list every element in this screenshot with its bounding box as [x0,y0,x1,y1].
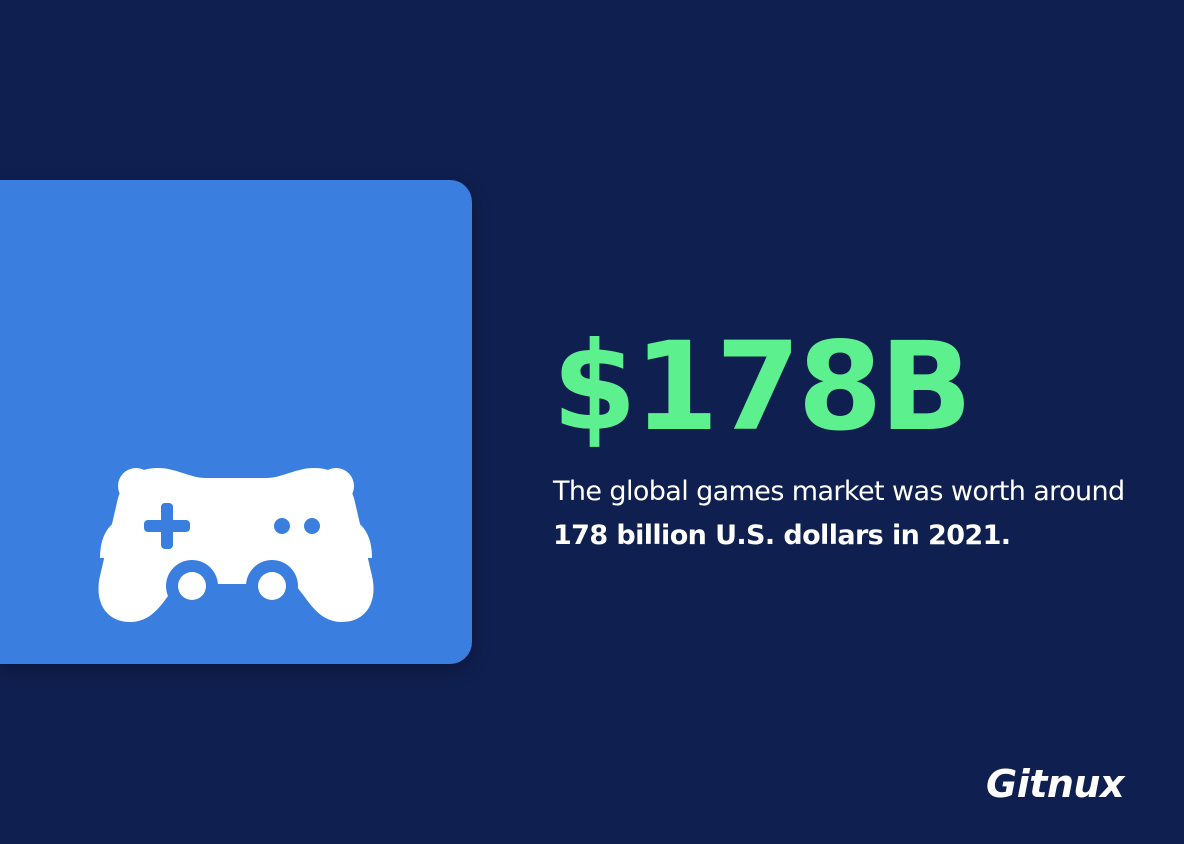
stat-description-plain: The global games market was worth around [553,476,1125,507]
brand-logo: Gitnux [986,758,1125,810]
brand-logo-text: Gitnux [986,762,1125,806]
stat-description: The global games market was worth around… [553,470,1153,558]
stat-description-bold: 178 billion U.S. dollars in 2021. [553,520,1011,551]
infographic-canvas: $178B The global games market was worth … [0,0,1184,844]
icon-card [0,180,472,664]
gamepad-icon [98,468,374,622]
stat-value: $178B [552,316,973,458]
